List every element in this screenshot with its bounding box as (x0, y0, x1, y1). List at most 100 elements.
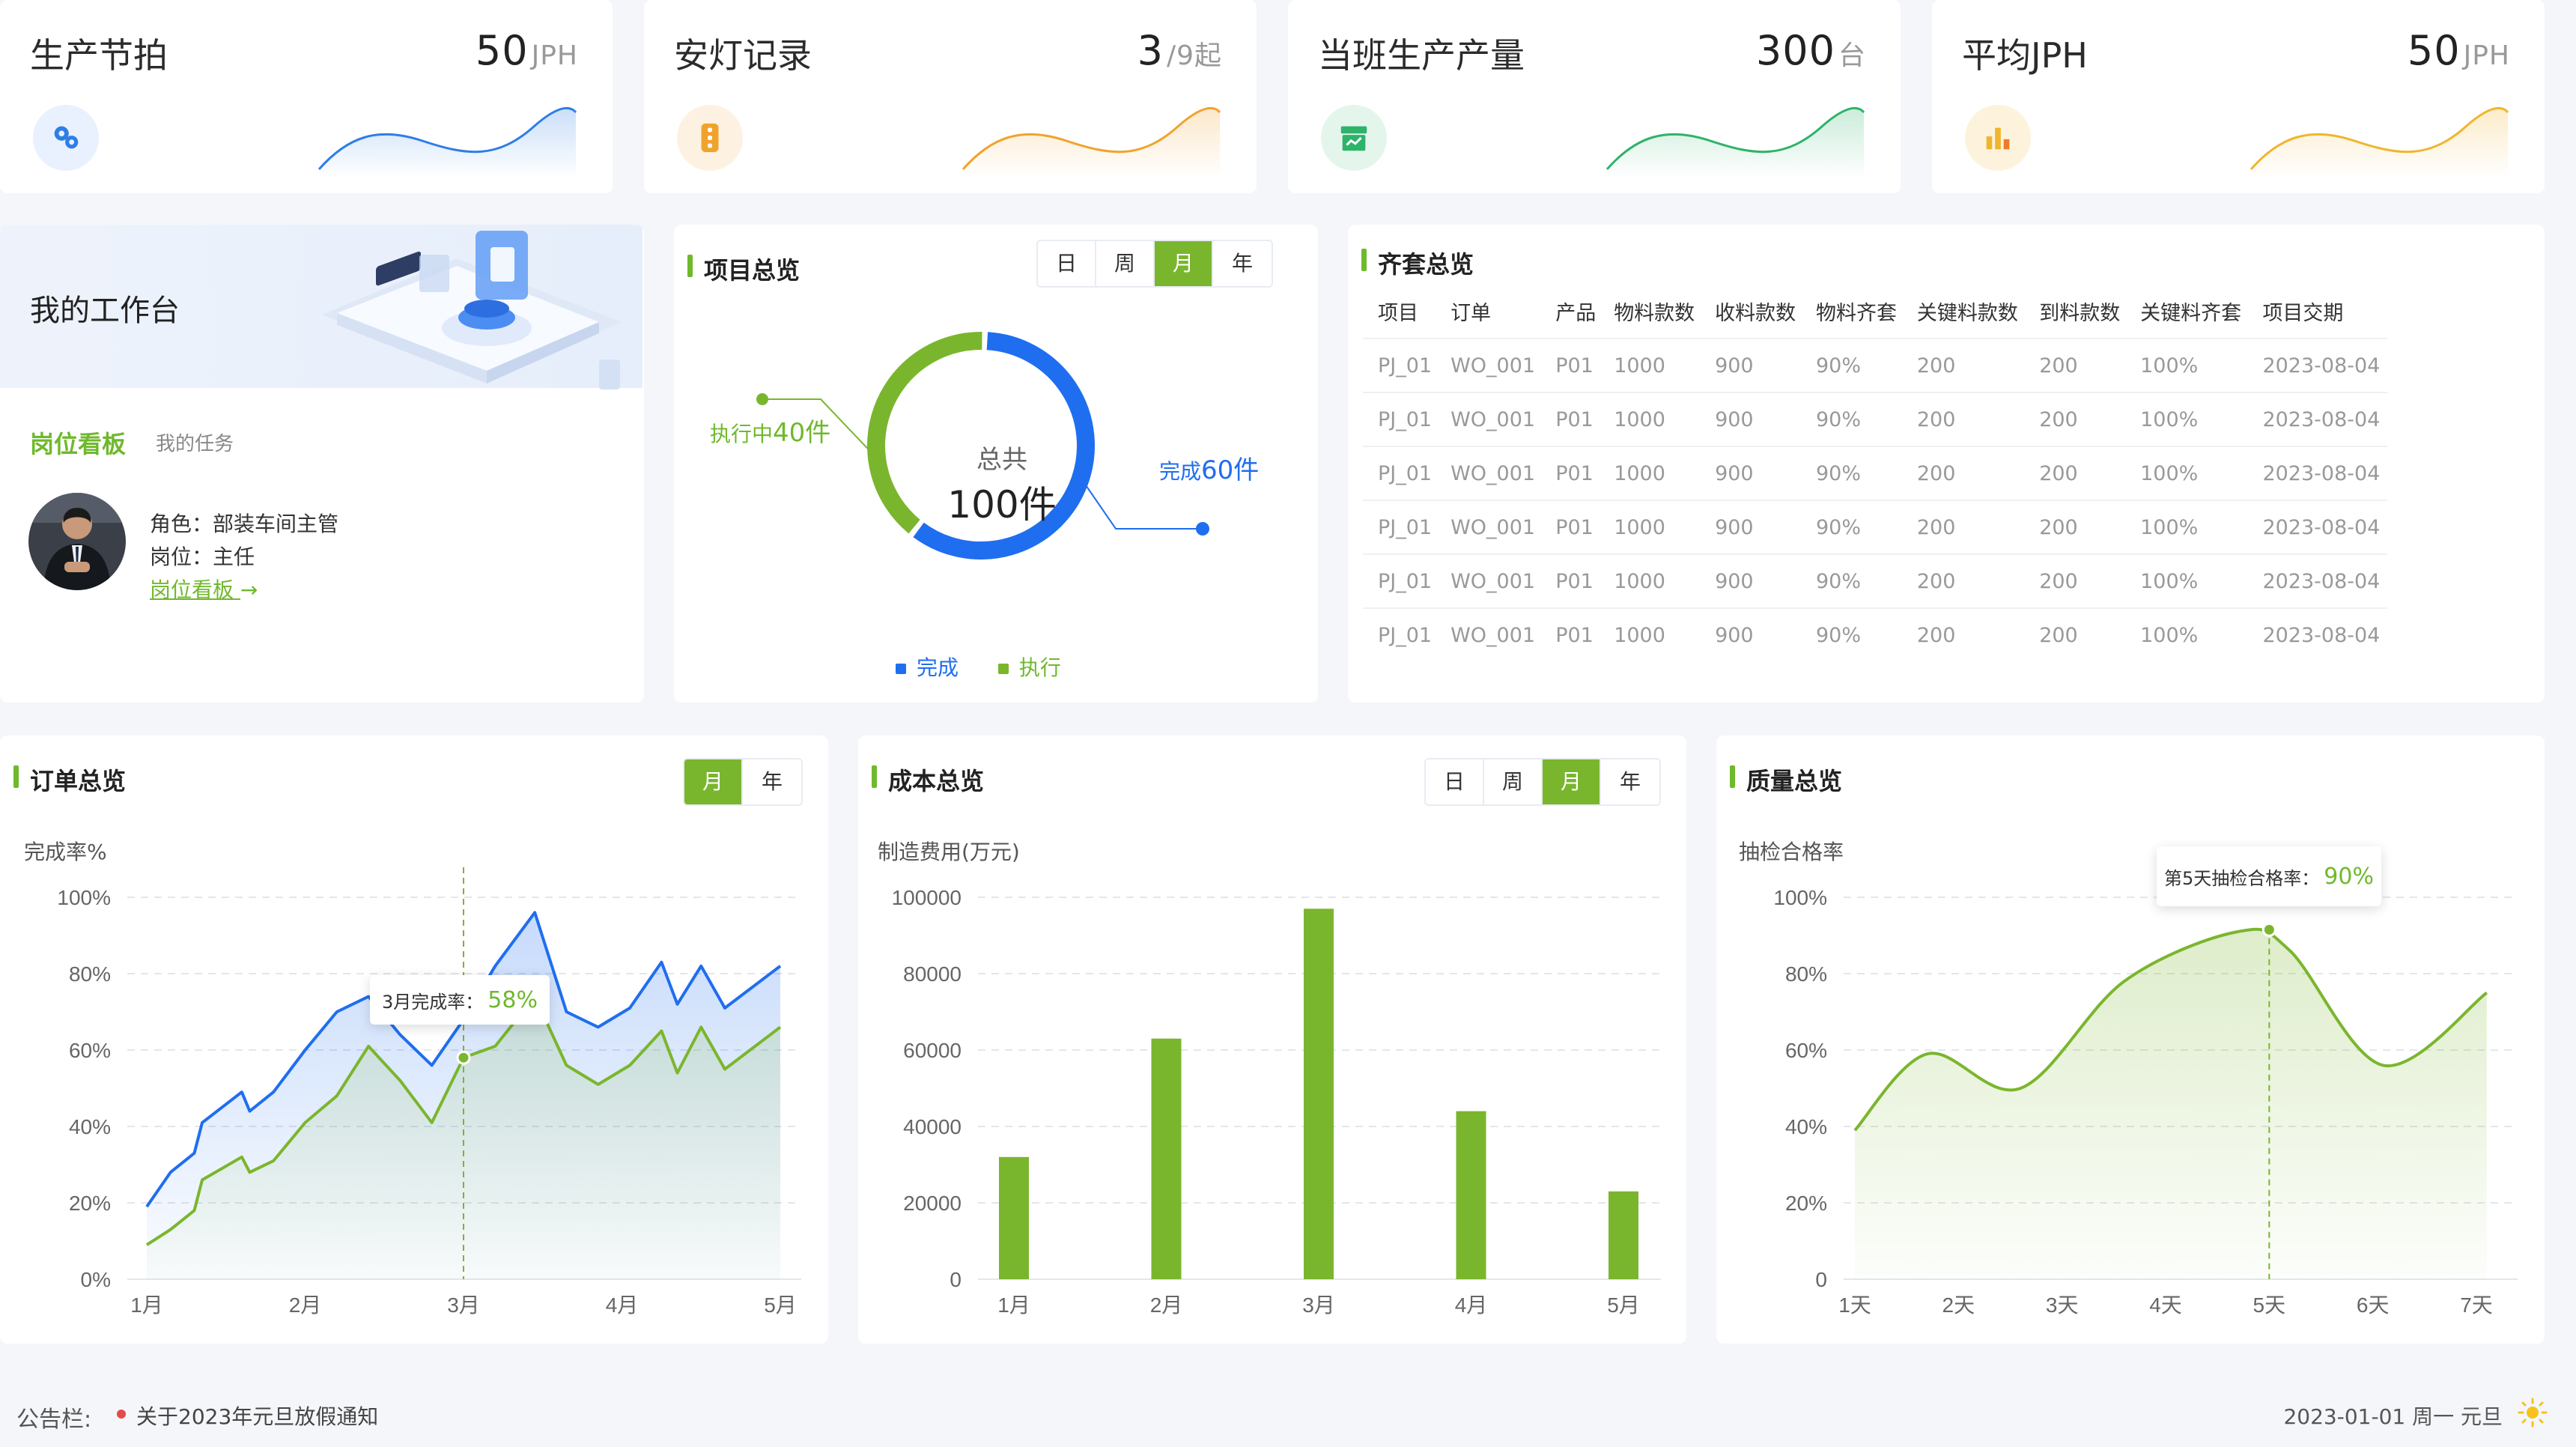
quality-tooltip: 第5天抽检合格率： 90% (2157, 846, 2381, 906)
table-header: 项目 订单 产品 物料款数 收料款数 物料齐套 关键料款数 到料款数 关键料齐套 项目交期 (1363, 285, 2387, 339)
table-cell: P01 (1540, 607, 1600, 662)
kpi-card-4: 平均JPH 50 JPH (1932, 0, 2545, 193)
y-tick-label: 40% (1785, 1115, 1827, 1138)
table-cell: 200 (1901, 553, 2025, 608)
table-cell: 1000 (1599, 392, 1701, 446)
x-tick-label: 2天 (1942, 1293, 1975, 1317)
post-text: 岗位：主任 (150, 544, 255, 569)
kpi-sparkline (962, 106, 1221, 178)
bar (1609, 1191, 1638, 1279)
notice-link[interactable]: 关于2023年元旦放假通知 (136, 1401, 378, 1431)
kpi-value: 3/9起 (1137, 27, 1222, 74)
table-row[interactable]: PJ_01 WO_001 P01 1000 900 90% 200 200 100% 2023-0… (1363, 607, 2387, 662)
table-cell: 2023-08-04 (2247, 553, 2387, 608)
workbench-illustration (322, 231, 622, 389)
y-tick-label: 40% (69, 1115, 111, 1138)
bar (999, 1156, 1029, 1279)
x-tick-label: 6天 (2357, 1293, 2390, 1317)
table-row[interactable]: PJ_01 WO_001 P01 1000 900 90% 200 200 100% 2023-0… (1363, 392, 2387, 446)
avatar (28, 493, 126, 590)
x-tick-label: 5天 (2253, 1293, 2286, 1317)
table-cell: P01 (1540, 553, 1600, 608)
table-cell: 200 (1901, 338, 2025, 392)
table-cell: WO_001 (1436, 607, 1541, 662)
legend-done: 完成 (896, 655, 959, 680)
table-cell: 90% (1800, 446, 1902, 500)
x-tick-label: 2月 (1150, 1293, 1183, 1317)
kpi-value: 50 JPH (2407, 27, 2510, 74)
box-icon (1321, 105, 1387, 171)
highlight-point (456, 1050, 471, 1065)
gears-icon (33, 105, 99, 171)
highlight-point (2261, 922, 2276, 937)
table-cell: WO_001 (1436, 446, 1541, 500)
table-cell: 900 (1700, 392, 1801, 446)
done-annotation: 完成60件 (1159, 455, 1260, 485)
table-cell: 1000 (1599, 338, 1701, 392)
x-tick-label: 1天 (1838, 1293, 1871, 1317)
kpi-sparkline (1606, 106, 1865, 178)
x-tick-label: 3天 (2046, 1293, 2079, 1317)
orders-overview-card: 订单总览 月 年 完成率% 0% 20% 40% 60% 80% 100% 1月 2月 3月 4月… (0, 735, 828, 1344)
x-tick-label: 3月 (1302, 1293, 1335, 1317)
x-tick-label: 4天 (2149, 1293, 2182, 1317)
table-cell: 200 (2024, 392, 2126, 446)
leader-line-done (1084, 482, 1203, 530)
column-header: 到料款数 (2039, 302, 2121, 325)
column-header: 物料齐套 (1815, 302, 1897, 325)
table-cell: 200 (1901, 607, 2025, 662)
kpi-value: 300 台 (1755, 27, 1866, 74)
column-header: 收料款数 (1715, 302, 1796, 325)
y-tick-label: 100% (1773, 886, 1827, 909)
table-cell: 100% (2125, 446, 2248, 500)
quality-overview-card: 质量总览 抽检合格率 0 20% 40% 60% 80% 100% 1天 2天 3天 4天 5天 6天… (1716, 735, 2545, 1344)
table-cell: P01 (1540, 392, 1600, 446)
cost-overview-card: 成本总览 日 周 月 年 制造费用(万元) 0 20000 40000 60000 80… (858, 735, 1686, 1344)
y-tick-label: 20000 (903, 1192, 962, 1215)
orders-area-chart: 0% 20% 40% 60% 80% 100% 1月 2月 3月 4月 5月 (57, 867, 801, 1317)
project-overview-card: 项目总览 日 周 月 年 总共 100件 执行中40件 完成60件 完成 执行 (674, 225, 1318, 703)
table-cell: 1000 (1599, 607, 1701, 662)
table-cell: 2023-08-04 (2247, 607, 2387, 662)
x-tick-label: 2月 (289, 1293, 322, 1317)
post-board-link[interactable]: 岗位看板 → (150, 574, 258, 604)
kpi-card-1: 生产节拍 50 JPH (0, 0, 613, 193)
orders-tooltip: 3月完成率： 58% (370, 975, 550, 1025)
role-text: 角色：部装车间主管 (150, 512, 339, 536)
table-cell: 100% (2125, 338, 2248, 392)
bar-chart-icon (1965, 105, 2031, 171)
y-tick-label: 20% (69, 1192, 111, 1215)
tab-my-tasks[interactable]: 我的任务 (156, 428, 234, 456)
table-row[interactable]: PJ_01 WO_001 P01 1000 900 90% 200 200 100% 2023-0… (1363, 446, 2387, 500)
x-tick-label: 1月 (130, 1293, 163, 1317)
footer-date: 2023-01-01 周一 元旦 (2283, 1404, 2503, 1429)
table-cell: WO_001 (1436, 392, 1541, 446)
table-cell: 1000 (1599, 446, 1701, 500)
kpi-title: 生产节拍 (30, 35, 168, 76)
kpi-title: 平均JPH (1962, 35, 2088, 76)
kitting-table: 项目 订单 产品 物料款数 收料款数 物料齐套 关键料款数 到料款数 关键料齐套 项目交期 PJ_… (1363, 285, 2387, 662)
table-cell: WO_001 (1436, 500, 1541, 554)
table-row[interactable]: PJ_01 WO_001 P01 1000 900 90% 200 200 100% 2023-0… (1363, 553, 2387, 608)
table-cell: 1000 (1599, 500, 1701, 554)
workbench-title: 我的工作台 (30, 294, 180, 328)
sun-icon (2518, 1398, 2548, 1428)
table-cell: 900 (1700, 553, 1801, 608)
table-cell: 100% (2125, 392, 2248, 446)
table-cell: PJ_01 (1363, 553, 1436, 608)
table-cell: P01 (1540, 446, 1600, 500)
table-cell: 90% (1800, 500, 1902, 554)
tab-post-board[interactable]: 岗位看板 (30, 425, 126, 460)
x-tick-label: 4月 (606, 1293, 639, 1317)
table-cell: 1000 (1599, 553, 1701, 608)
table-row[interactable]: PJ_01 WO_001 P01 1000 900 90% 200 200 100% 2023-0… (1363, 338, 2387, 392)
table-cell: 2023-08-04 (2247, 446, 2387, 500)
table-row[interactable]: PJ_01 WO_001 P01 1000 900 90% 200 200 100% 2023-0… (1363, 500, 2387, 554)
column-header: 物料款数 (1614, 302, 1695, 325)
leader-dot-exec (756, 393, 768, 405)
kpi-title: 当班生产产量 (1318, 35, 1525, 76)
x-tick-label: 5月 (1607, 1293, 1640, 1317)
table-cell: WO_001 (1436, 553, 1541, 608)
column-header: 关键料齐套 (2140, 302, 2242, 325)
kpi-card-3: 当班生产产量 300 台 (1288, 0, 1901, 193)
